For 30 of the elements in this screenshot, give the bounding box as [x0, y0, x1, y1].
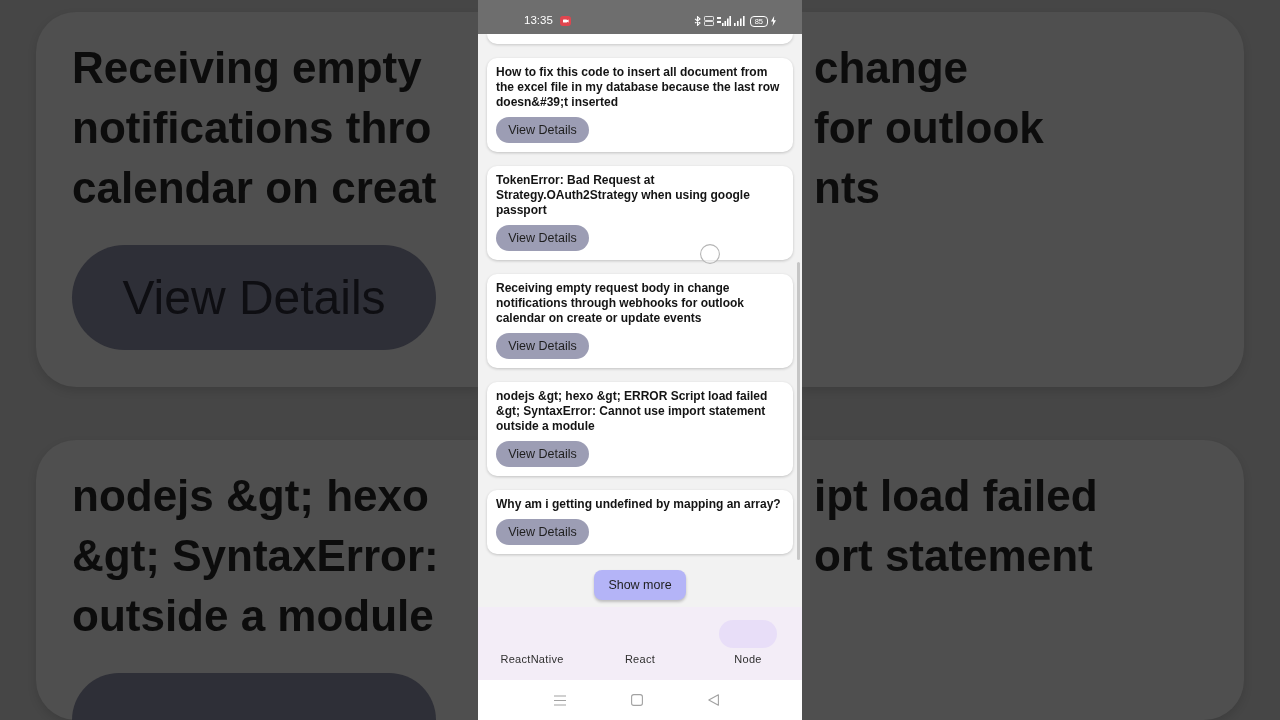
clock: 13:35 — [524, 13, 553, 29]
nav-tab[interactable]: ReactNative — [478, 607, 586, 680]
charging-bolt-icon — [771, 16, 776, 26]
view-details-button[interactable]: View Details — [496, 519, 589, 545]
question-title: Why am i getting undefined by mapping an array? — [496, 497, 782, 512]
menu-icon[interactable] — [554, 694, 566, 706]
record-icon — [559, 16, 571, 26]
view-details-button[interactable]: View Details — [496, 441, 589, 467]
card-title: change for outlook nts — [814, 42, 1045, 214]
network-icon — [703, 16, 714, 26]
card-title: ipt load failed ort statement — [814, 470, 1099, 582]
signal-icon — [716, 16, 731, 26]
view-details-button[interactable]: View Details — [496, 117, 589, 143]
show-more-button[interactable]: Show more — [594, 570, 686, 600]
nav-tab[interactable]: React — [586, 607, 694, 680]
question-title: TokenError: Bad Request at Strategy.OAuth2Strategy when using google passport — [496, 173, 751, 218]
bluetooth-icon — [693, 16, 701, 26]
nav-tab[interactable]: Node — [694, 607, 802, 680]
card-title: Receiving empty notifications thro calendar on creat — [72, 42, 438, 214]
card-title: nodejs &gt; hexo &gt; SyntaxError: outside a module — [72, 470, 440, 642]
view-details-button[interactable]: View Details — [496, 225, 589, 251]
question-title: nodejs &gt; hexo &gt; ERROR Script load failed &gt; SyntaxError: Cannot use import statement outside a module — [496, 389, 769, 434]
touch-indicator-icon — [700, 244, 720, 264]
home-icon[interactable] — [631, 694, 643, 706]
scrollbar[interactable] — [797, 262, 800, 560]
signal-icon — [733, 16, 745, 26]
question-title: How to fix this code to insert all document from the excel file in my database because the last row doesn&#39;t inserted — [496, 65, 781, 110]
view-details-button[interactable]: View Details — [496, 333, 589, 359]
back-icon[interactable] — [708, 694, 719, 706]
question-title: Receiving empty request body in change notifications through webhooks for outlook calendar on create or update events — [496, 281, 745, 326]
